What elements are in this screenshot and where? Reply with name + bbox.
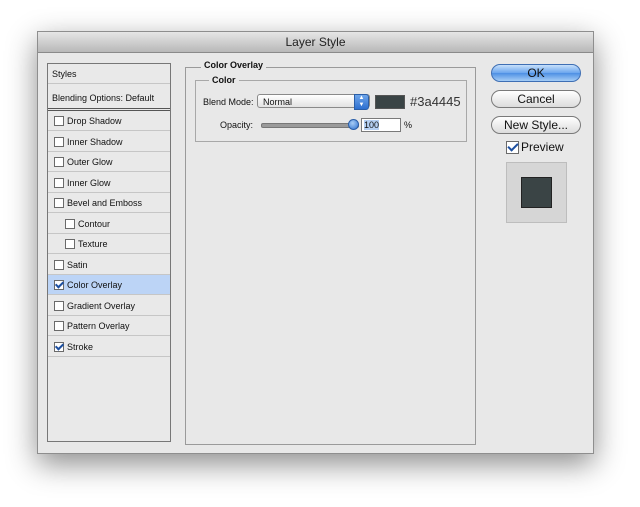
style-item-label: Contour: [78, 218, 111, 229]
opacity-input[interactable]: 100: [361, 118, 401, 132]
color-overlay-title: Color Overlay: [201, 60, 267, 70]
style-item-label: Drop Shadow: [67, 116, 122, 126]
style-checkbox[interactable]: [54, 136, 64, 147]
style-item-label: Texture: [78, 239, 108, 249]
style-item-stroke[interactable]: Stroke: [48, 337, 170, 357]
style-item-color-overlay[interactable]: Color Overlay: [48, 275, 170, 295]
styles-list: Styles Blending Options: Default Drop Sh…: [47, 63, 171, 442]
blend-mode-value: Normal: [263, 97, 293, 107]
style-item-inner-glow[interactable]: Inner Glow: [48, 173, 170, 193]
color-subgroup: [195, 80, 467, 142]
style-item-label: Pattern Overlay: [67, 321, 130, 331]
style-item-bevel-and-emboss[interactable]: Bevel and Emboss: [48, 193, 170, 213]
style-item-satin[interactable]: Satin: [48, 255, 170, 275]
style-item-label: Inner Glow: [67, 177, 111, 188]
style-item-label: Gradient Overlay: [67, 300, 136, 311]
preview-swatch: [521, 177, 552, 208]
style-item-drop-shadow[interactable]: Drop Shadow: [48, 111, 170, 131]
styles-header[interactable]: Styles: [48, 64, 170, 84]
style-checkbox[interactable]: [54, 157, 64, 167]
chevron-updown-icon: ▲ ▼: [354, 94, 369, 110]
color-hex-value: #3a4445: [410, 94, 461, 109]
style-checkbox[interactable]: [54, 280, 64, 290]
style-checkbox[interactable]: [54, 177, 64, 188]
style-item-label: Bevel and Emboss: [67, 198, 143, 208]
style-item-inner-shadow[interactable]: Inner Shadow: [48, 132, 170, 152]
style-checkbox[interactable]: [65, 218, 75, 229]
style-item-texture[interactable]: Texture: [48, 234, 170, 254]
style-checkbox[interactable]: [54, 198, 64, 208]
opacity-slider-track[interactable]: [261, 123, 359, 128]
style-item-label: Satin: [67, 259, 88, 270]
style-item-label: Outer Glow: [67, 157, 113, 167]
style-checkbox[interactable]: [54, 341, 64, 352]
new-style-button[interactable]: New Style...: [491, 116, 581, 134]
style-item-pattern-overlay[interactable]: Pattern Overlay: [48, 316, 170, 336]
preview-thumbnail: [506, 162, 567, 223]
style-item-gradient-overlay[interactable]: Gradient Overlay: [48, 296, 170, 316]
preview-checkbox[interactable]: [506, 141, 519, 154]
blend-mode-select[interactable]: Normal ▲ ▼: [257, 94, 370, 110]
preview-label: Preview: [521, 140, 564, 154]
style-checkbox[interactable]: [54, 116, 64, 126]
style-checkbox[interactable]: [54, 259, 64, 270]
opacity-slider-knob[interactable]: [348, 119, 359, 130]
cancel-button[interactable]: Cancel: [491, 90, 581, 108]
style-checkbox[interactable]: [54, 300, 64, 311]
blend-mode-label: Blend Mode:: [203, 97, 254, 107]
opacity-label: Opacity:: [220, 120, 254, 130]
percent-sign: %: [404, 120, 413, 130]
color-subgroup-title: Color: [209, 75, 239, 85]
ok-button[interactable]: OK: [491, 64, 581, 82]
style-item-label: Color Overlay: [67, 280, 123, 290]
style-checkbox[interactable]: [65, 239, 75, 249]
style-item-outer-glow[interactable]: Outer Glow: [48, 152, 170, 172]
blending-options-item[interactable]: Blending Options: Default: [48, 88, 170, 111]
dialog-title: Layer Style: [38, 32, 593, 53]
opacity-value: 100: [364, 120, 380, 130]
style-item-label: Stroke: [67, 341, 94, 352]
style-item-contour[interactable]: Contour: [48, 214, 170, 234]
style-item-label: Inner Shadow: [67, 136, 123, 147]
style-checkbox[interactable]: [54, 321, 64, 331]
color-swatch[interactable]: [375, 95, 405, 109]
